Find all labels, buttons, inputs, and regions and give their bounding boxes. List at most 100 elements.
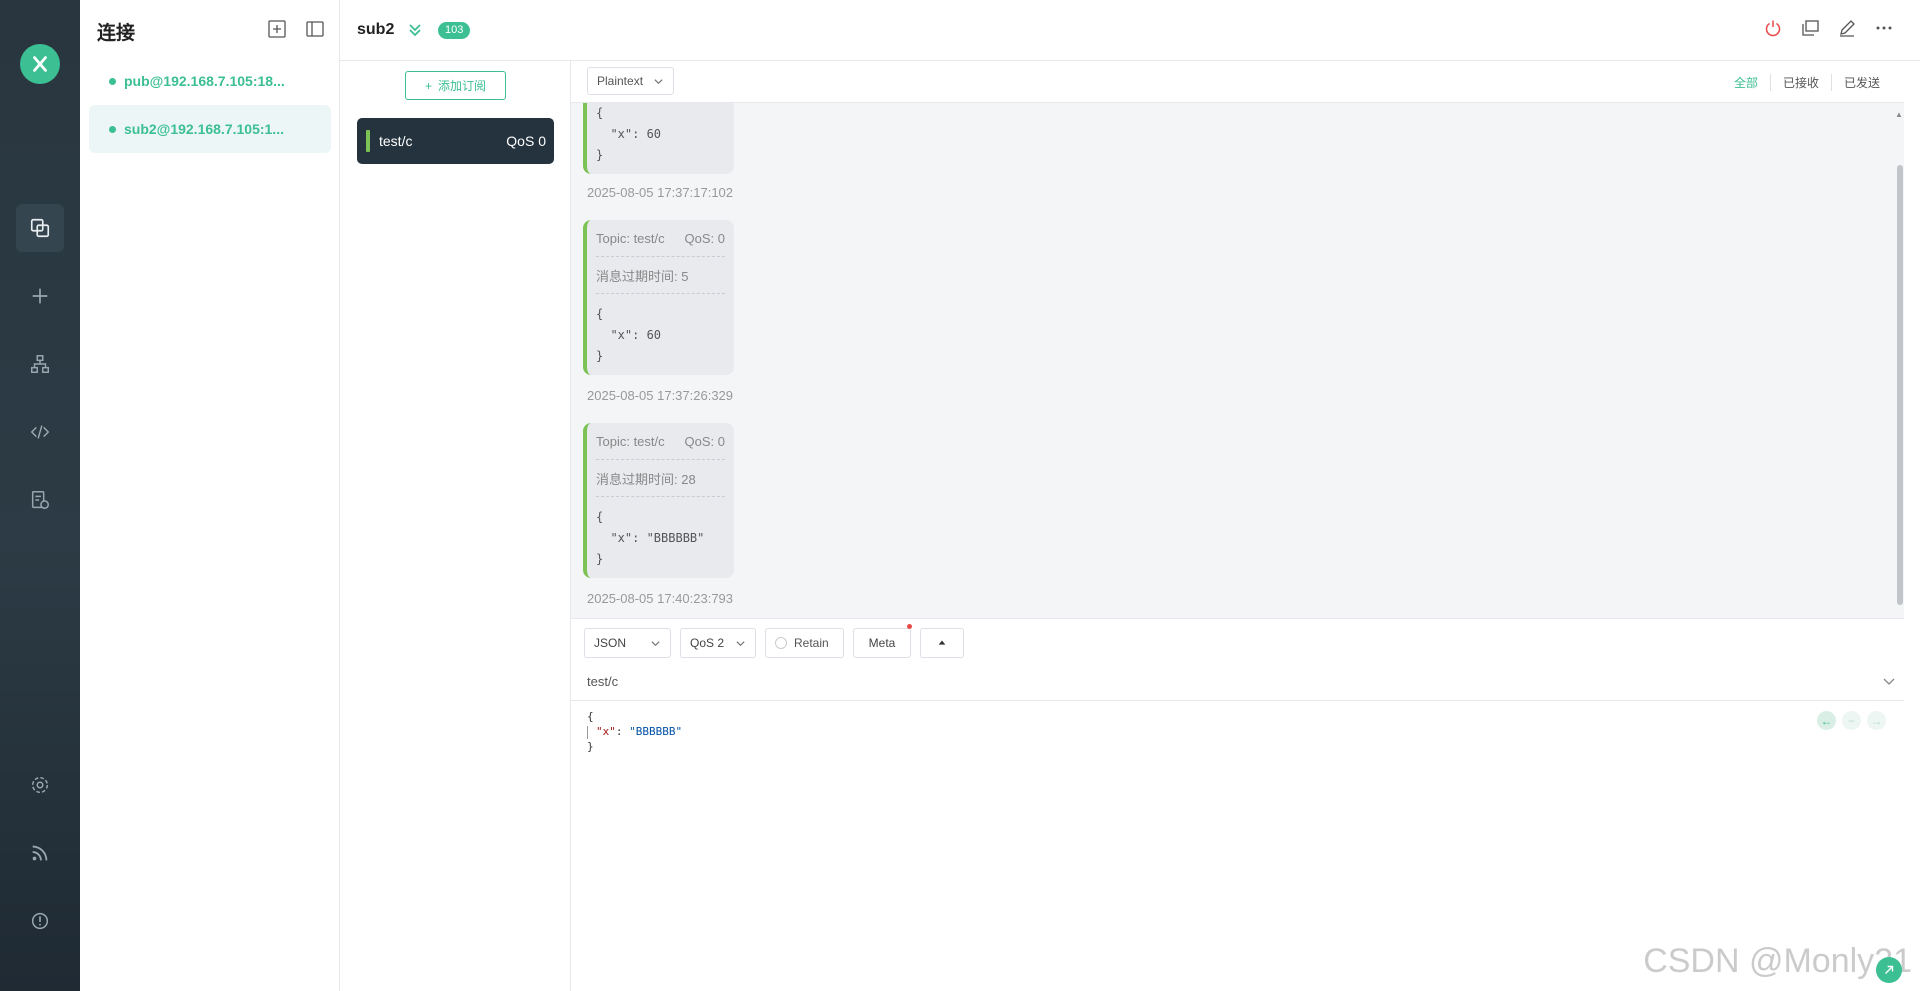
history-back-icon[interactable]: ← bbox=[1817, 711, 1836, 730]
retain-radio[interactable]: Retain bbox=[765, 628, 844, 658]
payload-format-select[interactable]: Plaintext bbox=[587, 67, 674, 95]
new-window-icon[interactable] bbox=[1800, 18, 1820, 38]
meta-indicator-dot bbox=[907, 624, 912, 629]
nav-settings[interactable] bbox=[16, 761, 64, 809]
log-icon bbox=[31, 491, 49, 509]
message-expiry: 消息过期时间: 5 bbox=[596, 257, 725, 294]
publish-format-select[interactable]: JSON bbox=[584, 628, 671, 658]
caret-up-icon bbox=[938, 640, 946, 645]
corner-logo-button[interactable] bbox=[1876, 957, 1902, 983]
message-payload: { "x": 60 } bbox=[596, 307, 662, 363]
payload-key: "x" bbox=[596, 725, 616, 738]
publish-topic-row: test/c bbox=[571, 665, 1904, 701]
connection-item-sub2[interactable]: sub2@192.168.7.105:1... bbox=[89, 105, 331, 153]
message-topic: Topic: test/c bbox=[596, 433, 665, 449]
more-icon[interactable] bbox=[1874, 18, 1894, 38]
status-dot bbox=[109, 125, 116, 133]
app-logo bbox=[20, 44, 60, 84]
message-bubble: Topic: test/c QoS: 0 消息过期时间: 5 { "x": 60… bbox=[583, 220, 734, 375]
gear-icon bbox=[31, 776, 49, 794]
publish-qos-select[interactable]: QoS 2 bbox=[680, 628, 756, 658]
add-subscription-button[interactable]: + 添加订阅 bbox=[405, 71, 506, 100]
nav-rail bbox=[0, 0, 80, 991]
connection-label: sub2@192.168.7.105:1... bbox=[124, 121, 284, 137]
history-forward-icon[interactable]: → bbox=[1867, 711, 1886, 730]
chevron-down-icon[interactable] bbox=[1882, 674, 1896, 688]
payload-colon: : bbox=[615, 725, 630, 738]
page-scroll-gutter bbox=[1904, 61, 1920, 991]
code-icon bbox=[30, 425, 50, 439]
connection-panel-title: 连接 bbox=[97, 23, 136, 44]
filter-all[interactable]: 全部 bbox=[1722, 74, 1770, 91]
topology-icon bbox=[31, 355, 49, 373]
double-chevron-down-icon[interactable] bbox=[405, 20, 425, 40]
info-icon bbox=[31, 912, 49, 930]
chevron-down-icon bbox=[736, 640, 745, 646]
message-timestamp: 2025-08-05 17:40:23:793 bbox=[587, 591, 734, 606]
publish-area: JSON QoS 2 Retain Meta test/c { "x": "BB… bbox=[571, 618, 1904, 991]
new-folder-icon[interactable] bbox=[267, 19, 287, 39]
publish-qos-value: QoS 2 bbox=[690, 636, 725, 650]
connection-label: pub@192.168.7.105:18... bbox=[124, 73, 285, 89]
message-scrollbar[interactable]: ▲ bbox=[1894, 103, 1904, 618]
message-list: { "x": 60 } 2025-08-05 17:37:17:102 Topi… bbox=[571, 103, 1904, 618]
message-bubble: Topic: test/c QoS: 0 消息过期时间: 28 { "x": "… bbox=[583, 423, 734, 578]
logo-icon bbox=[1885, 965, 1894, 974]
topic-color-bar bbox=[366, 130, 370, 152]
nav-log[interactable] bbox=[16, 476, 64, 524]
watermark: CSDN @Monly21 bbox=[1643, 942, 1912, 980]
message-toolbar: Plaintext 全部 已接收 已发送 bbox=[571, 61, 1904, 103]
nav-about[interactable] bbox=[16, 897, 64, 945]
rss-icon bbox=[32, 845, 48, 861]
payload-value: "BBBBBB" bbox=[629, 725, 683, 738]
message-timestamp: 2025-08-05 17:37:26:329 bbox=[587, 388, 734, 403]
message-qos: QoS: 0 bbox=[684, 433, 725, 449]
scroll-up-icon[interactable]: ▲ bbox=[1895, 110, 1903, 119]
history-clear-icon[interactable]: − bbox=[1842, 711, 1861, 730]
payload-format-value: Plaintext bbox=[597, 74, 644, 88]
chevron-down-icon bbox=[654, 78, 663, 84]
retain-label: Retain bbox=[794, 636, 829, 650]
payload-editor[interactable]: { "x": "BBBBBB" } bbox=[587, 709, 682, 754]
meta-button[interactable]: Meta bbox=[853, 624, 912, 658]
subscription-qos: QoS 0 bbox=[506, 133, 546, 149]
payload-line: { bbox=[587, 710, 594, 723]
meta-label: Meta bbox=[868, 636, 896, 650]
message-expiry: 消息过期时间: 28 bbox=[596, 460, 725, 497]
status-dot bbox=[109, 77, 116, 85]
message-count-badge: 103 bbox=[438, 22, 471, 39]
publish-format-value: JSON bbox=[594, 636, 627, 650]
connections-icon bbox=[30, 218, 50, 238]
expand-publish-button[interactable] bbox=[920, 628, 964, 658]
chevron-down-icon bbox=[651, 640, 660, 646]
message-timestamp: 2025-08-05 17:37:17:102 bbox=[587, 185, 734, 200]
add-subscription-label: 添加订阅 bbox=[438, 79, 487, 93]
payload-line: "x": "BBBBBB" bbox=[587, 724, 682, 739]
scrollbar-thumb[interactable] bbox=[1897, 165, 1903, 605]
connection-header: sub2 103 bbox=[340, 0, 1920, 61]
mqttx-logo-icon bbox=[33, 56, 47, 72]
connection-item-pub[interactable]: pub@192.168.7.105:18... bbox=[89, 57, 331, 105]
subscription-item[interactable]: test/c QoS 0 bbox=[357, 118, 554, 164]
publish-topic-input[interactable]: test/c bbox=[587, 674, 618, 689]
edit-icon[interactable] bbox=[1837, 18, 1857, 38]
plus-icon: + bbox=[424, 78, 432, 93]
message-qos: QoS: 0 bbox=[684, 230, 725, 246]
subscription-panel: + 添加订阅 test/c QoS 0 bbox=[340, 61, 571, 991]
filter-sent[interactable]: 已发送 bbox=[1830, 74, 1892, 91]
nav-connections[interactable] bbox=[16, 204, 64, 252]
toggle-sidebar-icon[interactable] bbox=[305, 19, 325, 39]
nav-subscribe-feed[interactable] bbox=[16, 829, 64, 877]
nav-script[interactable] bbox=[16, 408, 64, 456]
plus-icon bbox=[32, 288, 48, 304]
filter-received[interactable]: 已接收 bbox=[1769, 74, 1831, 91]
radio-circle bbox=[775, 637, 787, 649]
disconnect-icon[interactable] bbox=[1763, 18, 1783, 38]
connection-panel: 连接 pub@192.168.7.105:18... sub2@192.168.… bbox=[80, 0, 340, 991]
nav-new-connection[interactable] bbox=[16, 272, 64, 320]
nav-topology[interactable] bbox=[16, 340, 64, 388]
payload-line: } bbox=[587, 740, 594, 753]
message-payload: { "x": "BBBBBB" } bbox=[596, 510, 705, 566]
message-payload: { "x": 60 } bbox=[596, 106, 662, 162]
message-bubble: { "x": 60 } bbox=[583, 103, 734, 174]
